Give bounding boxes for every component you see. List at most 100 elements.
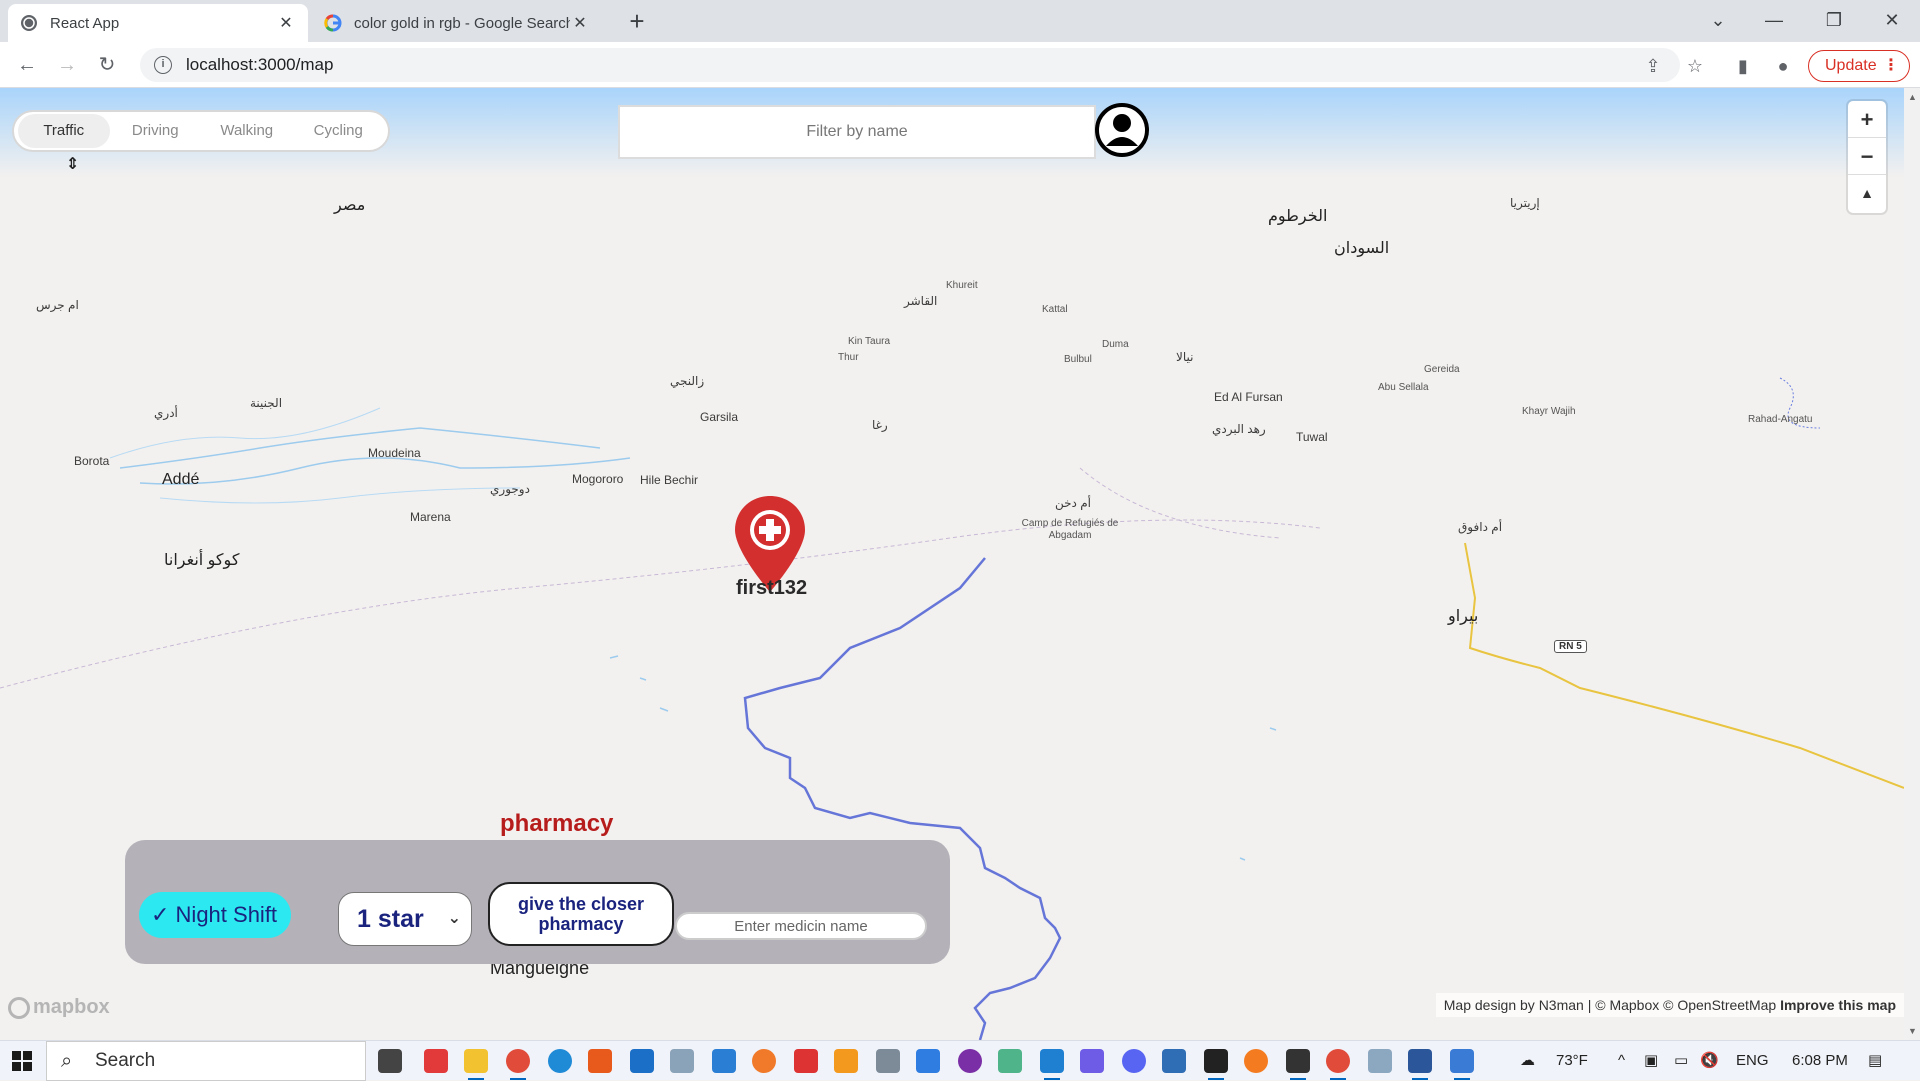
- map-label: Moudeina: [368, 446, 421, 460]
- forward-arrow-icon[interactable]: →: [52, 50, 82, 80]
- sublime-icon[interactable]: [834, 1049, 858, 1073]
- windows-start-icon[interactable]: [12, 1051, 32, 1071]
- map-label: السودان: [1334, 240, 1390, 257]
- mode-walking[interactable]: Walking: [201, 114, 293, 148]
- word-icon[interactable]: [1408, 1049, 1432, 1080]
- tab-list-chevron-icon[interactable]: ⌄: [1690, 0, 1746, 42]
- map-label: دوجوري: [490, 482, 530, 496]
- chevron-up-icon[interactable]: ^: [1618, 1041, 1625, 1081]
- zoom-controls: + − ▲: [1848, 101, 1886, 213]
- app-icon[interactable]: [958, 1049, 982, 1073]
- firefox-icon[interactable]: [1244, 1049, 1268, 1073]
- app-icon[interactable]: [1162, 1049, 1186, 1073]
- user-account-icon[interactable]: [1094, 102, 1150, 158]
- map-label: Hile Bechir: [640, 473, 699, 487]
- map-label: Borota: [74, 454, 110, 468]
- app-icon[interactable]: [1368, 1049, 1392, 1073]
- app-icon[interactable]: [916, 1049, 940, 1073]
- notification-icon[interactable]: ▤: [1868, 1041, 1882, 1081]
- zoom-out-button[interactable]: −: [1848, 138, 1886, 175]
- edge-icon[interactable]: [548, 1049, 572, 1073]
- closer-pharmacy-button[interactable]: give the closer pharmacy: [488, 882, 674, 946]
- tab-google-search[interactable]: color gold in rgb - Google Search ✕: [312, 4, 602, 42]
- vscode-icon[interactable]: [1040, 1049, 1064, 1080]
- app-icon[interactable]: [424, 1049, 448, 1073]
- app-icon[interactable]: [712, 1049, 736, 1073]
- zoom-in-button[interactable]: +: [1848, 101, 1886, 138]
- browser-titlebar: React App ✕ color gold in rgb - Google S…: [0, 0, 1920, 42]
- improve-map-link[interactable]: Improve this map: [1780, 997, 1896, 1013]
- globe-icon: [21, 15, 37, 31]
- url-text: localhost:3000/map: [186, 55, 334, 74]
- night-shift-toggle[interactable]: ✓ Night Shift: [139, 892, 291, 938]
- search-icon: ⌕: [61, 1050, 73, 1072]
- tray-app-icon[interactable]: ▣: [1644, 1041, 1658, 1081]
- map-label: أم دخن: [1055, 496, 1091, 510]
- profile-icon[interactable]: ●: [1770, 53, 1796, 79]
- discord-icon[interactable]: [1122, 1049, 1146, 1073]
- app-icon[interactable]: [876, 1049, 900, 1073]
- scroll-up-icon[interactable]: ▲: [1908, 92, 1917, 102]
- page-scrollbar[interactable]: ▲ ▼: [1904, 88, 1920, 1040]
- app-icon[interactable]: [1450, 1049, 1474, 1080]
- map-label: Ed Al Fursan: [1214, 390, 1283, 404]
- sidebar-icon[interactable]: ▮: [1730, 53, 1756, 79]
- share-icon[interactable]: ⇪: [1640, 53, 1666, 79]
- app-icon[interactable]: [752, 1049, 776, 1073]
- new-tab-button[interactable]: +: [622, 6, 652, 36]
- app-icon[interactable]: [1204, 1049, 1228, 1080]
- app-icon[interactable]: [794, 1049, 818, 1073]
- scroll-down-icon[interactable]: ▼: [1908, 1026, 1917, 1036]
- mode-driving[interactable]: Driving: [110, 114, 202, 148]
- file-explorer-icon[interactable]: [464, 1049, 488, 1080]
- map-label: زالنجي: [670, 374, 705, 388]
- map-label: كوكو أنغرانا: [164, 552, 240, 569]
- map-label: Bulbul: [1064, 354, 1092, 365]
- map-label: أدري: [154, 406, 178, 420]
- app-icon[interactable]: [998, 1049, 1022, 1073]
- attribution-text: Map design by N3man | © Mapbox © OpenStr…: [1443, 997, 1777, 1013]
- address-bar[interactable]: i localhost:3000/map: [140, 48, 1680, 82]
- reload-icon[interactable]: ↻: [92, 50, 122, 80]
- road-shield: RN 5: [1554, 640, 1587, 653]
- volume-muted-icon[interactable]: 🔇: [1700, 1041, 1719, 1081]
- office-icon[interactable]: [588, 1049, 612, 1073]
- chrome-icon[interactable]: [506, 1049, 530, 1080]
- back-arrow-icon[interactable]: ←: [12, 50, 42, 80]
- map-label: Addé: [162, 471, 200, 488]
- taskbar-search[interactable]: ⌕ Search: [46, 1041, 366, 1081]
- resize-arrows-icon[interactable]: ⇕: [66, 154, 79, 174]
- mapbox-logo[interactable]: mapbox: [8, 996, 110, 1019]
- battery-icon[interactable]: ▭: [1674, 1041, 1688, 1081]
- terminal-icon[interactable]: [1286, 1049, 1310, 1080]
- map-canvas[interactable]: مصر الخرطوم السودان إريتريا ام جرس Borot…: [0, 88, 1904, 1040]
- mode-cycling[interactable]: Cycling: [293, 114, 385, 148]
- weather-temp[interactable]: 73°F: [1556, 1041, 1588, 1081]
- app-icon[interactable]: [670, 1049, 694, 1073]
- info-icon[interactable]: i: [154, 56, 172, 74]
- compass-button[interactable]: ▲: [1848, 175, 1886, 212]
- language-indicator[interactable]: ENG: [1736, 1041, 1769, 1081]
- restore-button[interactable]: ❐: [1806, 0, 1862, 42]
- close-tab-icon[interactable]: ✕: [276, 13, 296, 33]
- mode-traffic[interactable]: Traffic: [18, 114, 110, 148]
- mapbox-ring-icon: [8, 996, 30, 1019]
- weather-icon[interactable]: ☁: [1520, 1041, 1535, 1081]
- app-icon[interactable]: [1080, 1049, 1104, 1073]
- close-tab-icon[interactable]: ✕: [570, 13, 590, 33]
- task-view-icon[interactable]: [378, 1049, 402, 1073]
- close-window-button[interactable]: ✕: [1864, 0, 1920, 42]
- star-icon[interactable]: ☆: [1682, 53, 1708, 79]
- map-label: بيراو: [1448, 608, 1479, 625]
- minimize-button[interactable]: —: [1746, 0, 1802, 42]
- mail-icon[interactable]: [630, 1049, 654, 1073]
- map-label: الخرطوم: [1268, 208, 1328, 225]
- clock[interactable]: 6:08 PM: [1792, 1041, 1848, 1081]
- update-button[interactable]: Update ⋮: [1808, 50, 1910, 82]
- medicine-name-input[interactable]: [675, 912, 927, 940]
- rating-select[interactable]: 1 star ⌄: [338, 892, 472, 946]
- tab-react-app[interactable]: React App ✕: [8, 4, 308, 42]
- chrome-icon[interactable]: [1326, 1049, 1350, 1080]
- travel-mode-toggle: Traffic Driving Walking Cycling: [12, 110, 390, 152]
- filter-by-name-input[interactable]: [618, 105, 1096, 159]
